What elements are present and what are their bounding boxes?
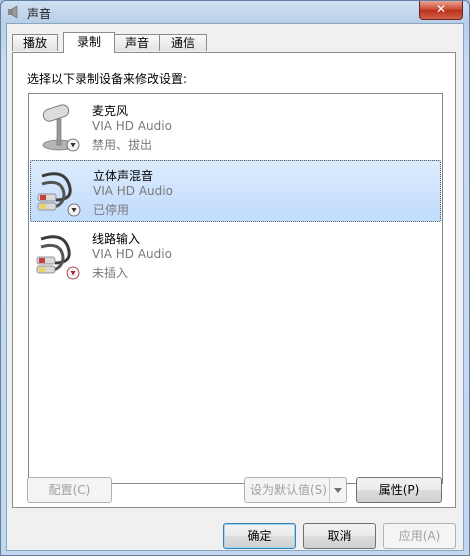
close-icon: ✕ bbox=[435, 2, 447, 16]
close-button[interactable]: ✕ bbox=[419, 1, 463, 20]
device-driver: VIA HD Audio bbox=[92, 119, 172, 133]
tab-sounds[interactable]: 声音 bbox=[114, 34, 160, 51]
set-default-label: 设为默认值(S) bbox=[250, 483, 327, 497]
title-bar[interactable]: 声音 ✕ bbox=[1, 1, 469, 23]
sound-dialog: 声音 ✕ 播放 录制 声音 通信 选择以下录制设备来修改设置: 麦克风 VIA … bbox=[0, 0, 470, 556]
device-status: 已停用 bbox=[93, 203, 130, 217]
ok-button[interactable]: 确定 bbox=[223, 523, 296, 549]
rca-cable-icon bbox=[37, 172, 81, 217]
device-name: 线路输入 bbox=[92, 232, 141, 246]
device-driver: VIA HD Audio bbox=[93, 184, 173, 198]
chevron-down-icon[interactable] bbox=[329, 478, 346, 502]
instruction-text: 选择以下录制设备来修改设置: bbox=[27, 72, 188, 86]
tab-playback[interactable]: 播放 bbox=[12, 34, 58, 51]
set-default-button[interactable]: 设为默认值(S) bbox=[244, 477, 347, 503]
device-list[interactable]: 麦克风 VIA HD Audio 禁用、拔出 立体声混音 VIA HD Audi… bbox=[28, 93, 443, 484]
dialog-content: 播放 录制 声音 通信 选择以下录制设备来修改设置: 麦克风 VIA HD Au bbox=[6, 23, 464, 551]
device-name: 麦克风 bbox=[92, 104, 129, 118]
device-item-line-in[interactable]: 线路输入 VIA HD Audio 未插入 bbox=[30, 224, 441, 286]
window-title: 声音 bbox=[27, 7, 52, 21]
rca-cable-icon bbox=[36, 235, 80, 280]
device-driver: VIA HD Audio bbox=[92, 247, 172, 261]
microphone-icon bbox=[42, 104, 80, 152]
recording-panel: 选择以下录制设备来修改设置: 麦克风 VIA HD Audio 禁用、拔出 立体… bbox=[12, 52, 456, 508]
tab-communications[interactable]: 通信 bbox=[159, 34, 207, 51]
device-name: 立体声混音 bbox=[93, 169, 154, 183]
speaker-icon bbox=[8, 5, 18, 19]
apply-button[interactable]: 应用(A) bbox=[383, 523, 456, 549]
device-status: 禁用、拔出 bbox=[92, 138, 153, 152]
device-item-microphone[interactable]: 麦克风 VIA HD Audio 禁用、拔出 bbox=[30, 96, 441, 158]
properties-button[interactable]: 属性(P) bbox=[356, 477, 442, 503]
tab-recording[interactable]: 录制 bbox=[63, 32, 115, 53]
cancel-button[interactable]: 取消 bbox=[303, 523, 376, 549]
device-status: 未插入 bbox=[92, 266, 129, 280]
configure-button[interactable]: 配置(C) bbox=[27, 477, 112, 503]
device-item-stereo-mix[interactable]: 立体声混音 VIA HD Audio 已停用 bbox=[30, 160, 441, 222]
